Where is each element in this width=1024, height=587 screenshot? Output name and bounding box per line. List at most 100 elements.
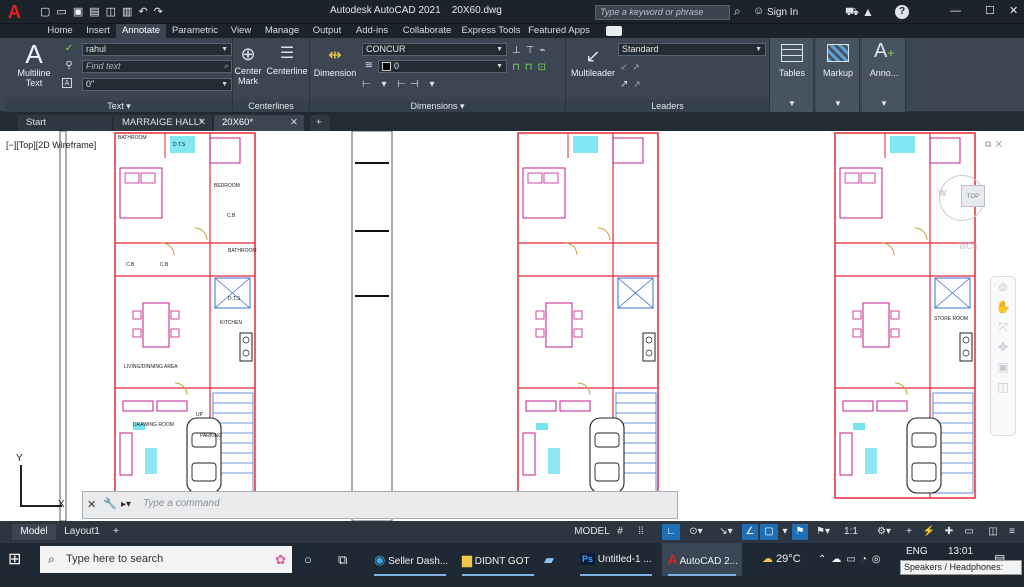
annotation-autoscale-icon[interactable]: ⚑▾ [810,524,836,540]
tab-insert[interactable]: Insert [80,24,116,38]
viewcube[interactable]: TOP W WCS [935,171,995,251]
tab-view[interactable]: View [225,24,257,38]
polar-icon[interactable]: ⊙▾ [682,524,710,540]
add-layout-button[interactable]: + [108,524,124,540]
text-height-select[interactable]: 0" ▼ [82,78,232,91]
isodraft-icon[interactable]: ↘▾ [712,524,740,540]
new-icon[interactable]: ▢ [40,6,56,18]
add-leader-icon[interactable]: ⸔⸕ [620,59,646,76]
close-tab-icon[interactable]: ✕ [198,115,206,130]
workspace-gear-icon[interactable]: ⚙▾ [870,524,898,540]
markup-panel[interactable]: Markup ▼ [816,38,860,112]
lineweight-icon[interactable]: ▾ [780,524,790,540]
model-space-toggle[interactable]: MODEL [574,524,610,540]
close-tab-icon[interactable]: ✕ [290,115,298,130]
minimize-button[interactable]: — [950,5,961,17]
sign-in-button[interactable]: Sign In [767,7,798,18]
viewcube-top-face[interactable]: TOP [961,185,985,207]
annotation-panel[interactable]: A+ Anno... ▼ [862,38,906,112]
dim-inspect-icon[interactable]: ⊓⊓⊡ [512,59,564,76]
taskbar-app-edge[interactable]: ◉ Seller Dash... [368,543,452,576]
search-icon[interactable]: ⌕ [734,4,741,19]
layout-tab-layout1[interactable]: Layout1 [60,524,104,540]
layout-tab-model[interactable]: Model [12,524,56,540]
dimension-style-select[interactable]: CONCUR ▼ [362,43,507,56]
annotation-visibility-icon[interactable]: ⚑ [792,524,808,540]
multileader-style-select[interactable]: Standard ▼ [618,43,766,56]
annotation-scale-select[interactable]: 1:1 [838,524,864,540]
taskbar-app-pinned[interactable]: ▰ [544,543,568,576]
drawing-canvas[interactable]: BATHROOM D.T.S BEDROOM C.B BATHROOM C.B … [0,131,1024,521]
cortana-icon[interactable]: ○ [304,543,324,576]
align-leader-icon[interactable]: ↗⸕ [620,76,646,93]
find-search-icon[interactable]: ⌕ [224,61,228,72]
tab-express-tools[interactable]: Express Tools [460,24,522,38]
new-tab-button[interactable]: + [310,115,330,131]
taskbar-app-autocad[interactable]: A AutoCAD 2... [662,543,742,576]
command-close-icon[interactable]: ✕ [87,498,96,511]
menu-icon[interactable]: ≡ [1004,524,1020,540]
taskbar-search-box[interactable]: ⌕ Type here to search ✿ [40,546,292,573]
system-tray-icons[interactable]: ⌃☁▭◔◎ [818,543,900,576]
text-panel-label[interactable]: Text ▾ [6,100,232,112]
ribbon-toggle-icon[interactable] [606,26,622,36]
plot-icon[interactable]: ▥ [122,6,138,18]
tab-start[interactable]: Start [18,115,112,131]
task-view-icon[interactable]: ⧉ [338,543,358,576]
tables-panel[interactable]: Tables ▼ [770,38,814,112]
command-customize-icon[interactable]: 🔧 [103,497,117,510]
undo-icon[interactable]: ↶ [138,6,153,18]
viewport-controls-label[interactable]: [−][Top][2D Wireframe] [6,140,96,150]
customization-icon[interactable]: ◫ [984,524,1002,540]
tab-marraige-hall[interactable]: MARRAIGE HALL* ✕ [114,115,212,131]
isolate-objects-icon[interactable]: ✚ [940,524,958,540]
text-height-icon[interactable]: A [62,78,72,88]
tab-add-ins[interactable]: Add-ins [350,24,394,38]
add-annotation-icon[interactable]: + [900,524,918,540]
grid-icon[interactable]: # [612,524,628,540]
command-input[interactable]: Type a command [143,498,220,509]
tab-output[interactable]: Output [308,24,346,38]
windows-start-icon[interactable]: ⊞ [8,543,30,576]
hardware-acceleration-icon[interactable]: ⚡ [920,524,938,540]
navigation-bar[interactable]: ⊚ ✋ ⤧ ✥ ▣ ◫ [990,276,1016,436]
text-style-select[interactable]: rahul ▼ [82,43,232,56]
multiline-text-button[interactable]: A Multiline Text [10,40,58,88]
maximize-button[interactable]: ☐ [985,4,995,17]
command-recent-icon[interactable]: ▸▾ [121,499,131,510]
autocad-logo-icon[interactable]: A [8,3,30,21]
autodesk-a360-icon[interactable]: ▲ [862,5,874,19]
taskbar-app-explorer[interactable]: ▆ DIDNT GOT [456,543,540,576]
tab-collaborate[interactable]: Collaborate [398,24,456,38]
centerline-button[interactable]: ☰ Centerline [265,42,309,76]
snap-icon[interactable]: ⁞⁞ [630,524,652,540]
wcs-menu[interactable]: WCS [959,242,978,251]
center-mark-button[interactable]: ⊕ Center Mark [233,42,263,86]
check-spelling-icon[interactable]: ✓ [62,43,76,55]
cart-icon[interactable]: ⛟ [845,6,859,20]
tab-parametric[interactable]: Parametric [168,24,222,38]
close-button[interactable]: ✕ [1009,4,1018,17]
dim-break-icon[interactable]: ⊥⊤⌁ [512,42,564,59]
dim-layer-icon[interactable]: ≋ [362,60,376,72]
multileader-button[interactable]: ↙ Multileader [568,44,618,78]
tab-20x60[interactable]: 20X60* ✕ [214,115,304,131]
ortho-icon[interactable]: ∟ [662,524,680,540]
dimension-layer-select[interactable]: 0 ▼ [378,60,507,73]
help-search-input[interactable]: Type a keyword or phrase [595,5,730,20]
viewport-window-icons[interactable]: ⧉✕ [985,139,1006,150]
object-snap-icon[interactable]: ▢ [760,524,778,540]
tab-home[interactable]: Home [40,24,80,38]
tab-annotate[interactable]: Annotate [116,24,166,38]
find-icon[interactable]: ⚲ [62,60,76,72]
tab-manage[interactable]: Manage [260,24,304,38]
help-icon[interactable]: ? [895,5,909,19]
viewcube-west[interactable]: W [938,188,947,198]
find-text-input[interactable]: Find text ⌕ [82,60,232,73]
save-as-icon[interactable]: ▤ [89,6,105,18]
open-icon[interactable]: ▭ [56,6,72,18]
tab-featured-apps[interactable]: Featured Apps [526,24,592,38]
object-snap-tracking-icon[interactable]: ∠ [742,524,758,540]
dimensions-panel-label[interactable]: Dimensions ▾ [310,100,565,112]
redo-icon[interactable]: ↷ [154,6,169,18]
